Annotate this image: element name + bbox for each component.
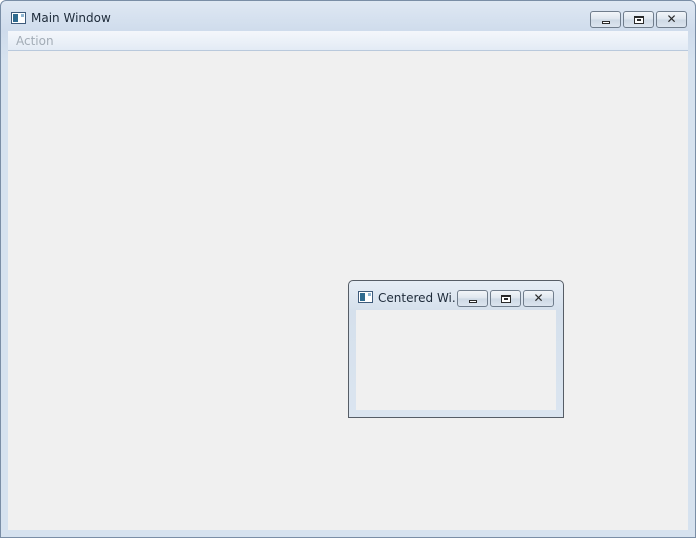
- minimize-icon: [468, 300, 477, 303]
- restore-icon: [500, 295, 511, 303]
- child-app-icon[interactable]: [358, 291, 373, 303]
- restore-icon: [633, 16, 644, 24]
- child-close-button[interactable]: ✕: [523, 290, 554, 307]
- child-window[interactable]: Centered Wi... ✕: [348, 280, 564, 418]
- menu-item-action[interactable]: Action: [16, 34, 54, 48]
- menu-bar: Action: [8, 31, 688, 51]
- minimize-icon: [601, 21, 610, 24]
- child-minimize-button[interactable]: [457, 290, 488, 307]
- close-icon: ✕: [666, 12, 677, 26]
- child-client-area: [356, 310, 556, 410]
- main-window-title: Main Window: [31, 11, 111, 25]
- child-window-title: Centered Wi...: [378, 291, 464, 305]
- main-window-titlebar[interactable]: Main Window ✕: [1, 1, 695, 31]
- close-icon: ✕: [533, 291, 544, 305]
- app-icon[interactable]: [11, 12, 26, 24]
- child-maximize-button[interactable]: [490, 290, 521, 307]
- minimize-button[interactable]: [590, 11, 621, 28]
- main-window: Main Window ✕ Action Centered Wi... ✕: [0, 0, 696, 538]
- maximize-button[interactable]: [623, 11, 654, 28]
- close-button[interactable]: ✕: [656, 11, 687, 28]
